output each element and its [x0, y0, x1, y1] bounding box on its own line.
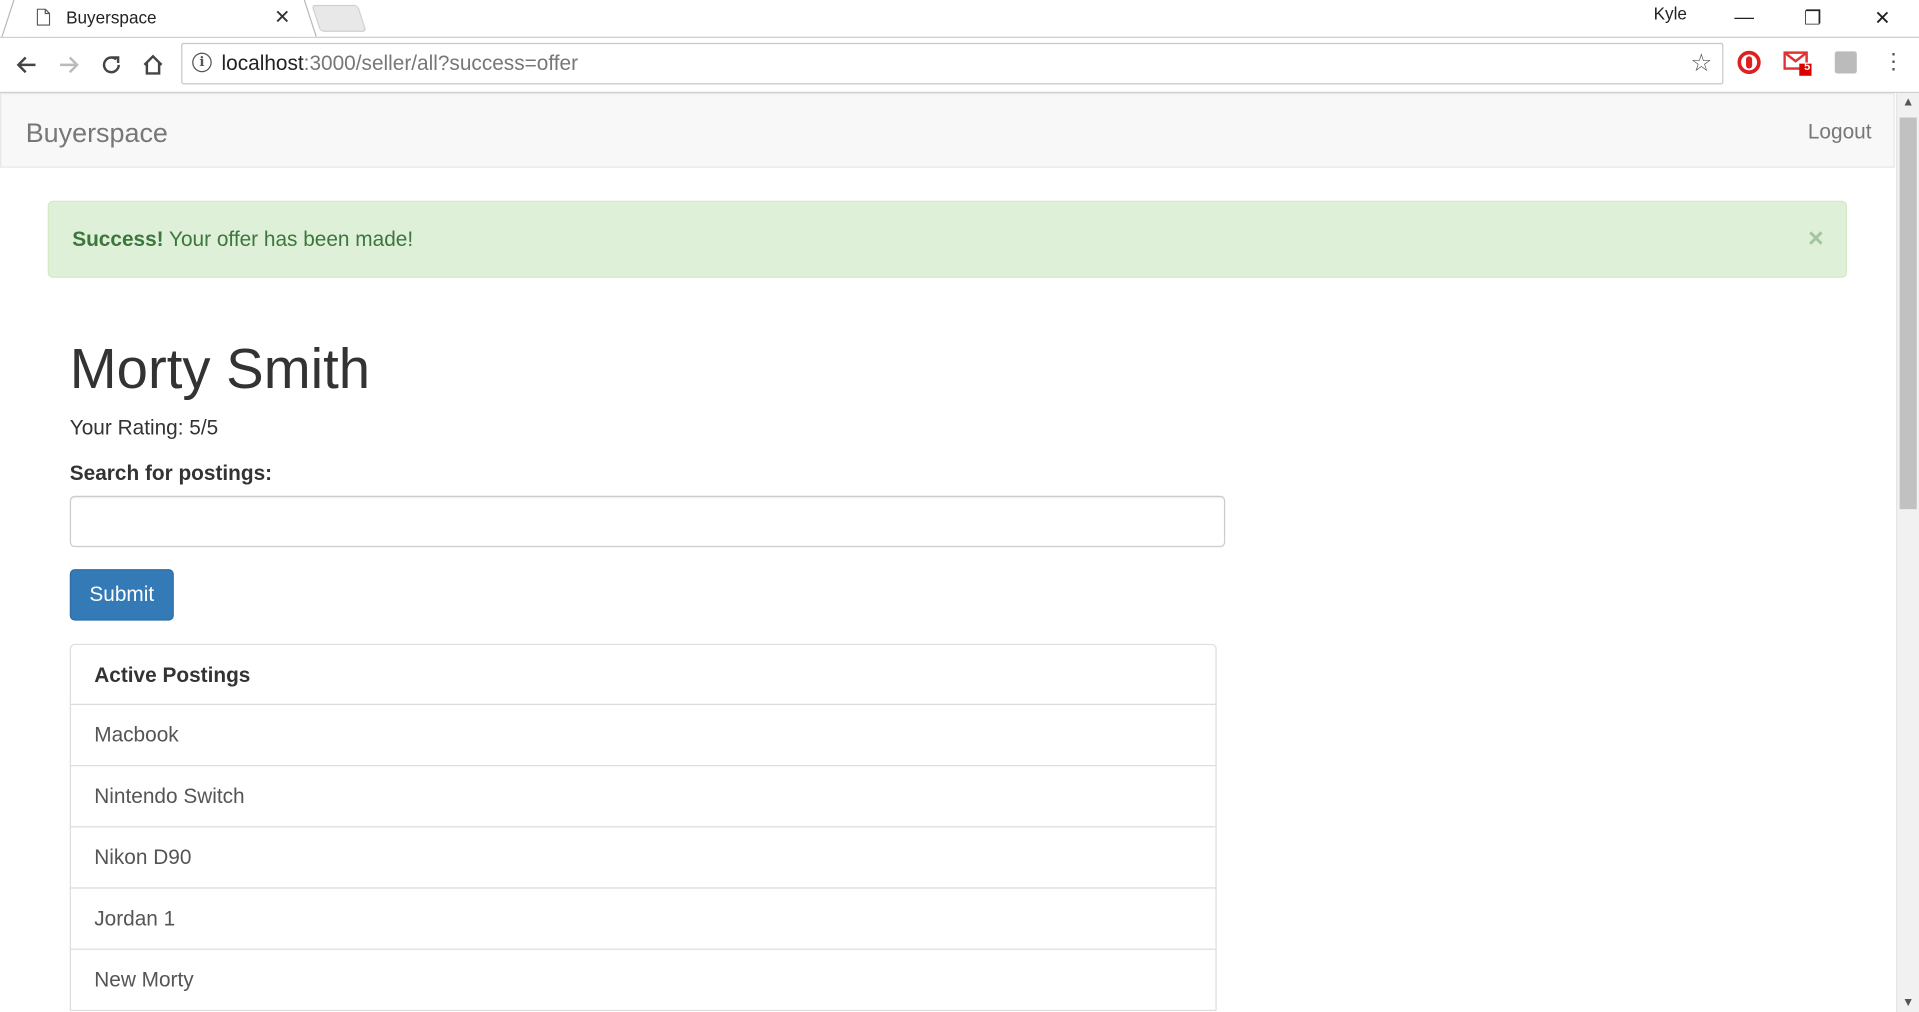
forward-arrow-icon: [59, 56, 79, 74]
bookmark-star-icon[interactable]: ☆: [1690, 48, 1712, 79]
gmail-extension-icon[interactable]: 5: [1783, 48, 1812, 77]
logout-link[interactable]: Logout: [1808, 120, 1872, 144]
back-arrow-icon: [16, 56, 36, 74]
browser-menu-icon[interactable]: ⋮: [1883, 49, 1905, 75]
info-icon[interactable]: i: [192, 52, 212, 73]
restore-button[interactable]: ❐: [1778, 0, 1847, 37]
page-viewport: Buyerspace Logout Success! Your offer ha…: [0, 93, 1896, 1012]
navbar-brand[interactable]: Buyerspace: [26, 118, 168, 150]
success-alert: Success! Your offer has been made! ×: [47, 200, 1848, 278]
close-icon: ✕: [1874, 8, 1891, 30]
alert-close-icon[interactable]: ×: [1808, 223, 1824, 255]
reload-button[interactable]: [95, 49, 127, 81]
rating-text: Your Rating: 5/5: [69, 416, 219, 440]
minimize-button[interactable]: —: [1710, 0, 1779, 37]
browser-toolbar: i localhost:3000/seller/all?success=offe…: [0, 37, 1919, 94]
browser-tab[interactable]: Buyerspace ✕: [1, 0, 317, 37]
home-icon: [143, 54, 163, 75]
list-item[interactable]: Nintendo Switch: [69, 765, 1217, 828]
search-input[interactable]: [69, 495, 1226, 548]
extension-icon[interactable]: [1831, 48, 1860, 77]
url-text[interactable]: localhost:3000/seller/all?success=offer: [222, 51, 578, 75]
profile-name[interactable]: Kyle: [1654, 4, 1687, 24]
reload-icon: [102, 56, 120, 74]
search-label: Search for postings:: [69, 461, 273, 485]
scrollbar[interactable]: ▲ ▼: [1895, 93, 1919, 1012]
navbar: Buyerspace Logout: [0, 93, 1895, 168]
close-window-button[interactable]: ✕: [1848, 0, 1917, 37]
scroll-down-icon[interactable]: ▼: [1902, 996, 1914, 1009]
alert-text: Success! Your offer has been made!: [72, 228, 413, 252]
new-tab-button[interactable]: [311, 4, 367, 32]
page-icon: [36, 8, 51, 26]
alert-message: Your offer has been made!: [163, 227, 414, 251]
gmail-badge: 5: [1804, 59, 1811, 73]
minimize-icon: —: [1734, 7, 1754, 29]
back-button[interactable]: [11, 49, 43, 81]
scroll-up-icon[interactable]: ▲: [1902, 95, 1914, 108]
postings-list: Active Postings Macbook Nintendo Switch …: [69, 643, 1217, 1012]
list-item[interactable]: Macbook: [69, 703, 1217, 767]
tab-close-icon[interactable]: ✕: [274, 5, 290, 29]
alert-strong: Success!: [72, 227, 164, 251]
tab-strip: Buyerspace ✕ Kyle — ❐ ✕: [0, 0, 1919, 38]
postings-header: Active Postings: [69, 643, 1217, 706]
home-button[interactable]: [137, 49, 169, 81]
list-item[interactable]: Jordan 1: [69, 887, 1217, 950]
tab-title: Buyerspace: [66, 7, 157, 27]
address-bar[interactable]: i localhost:3000/seller/all?success=offe…: [181, 42, 1724, 85]
list-item[interactable]: New Morty: [69, 948, 1217, 1012]
list-item[interactable]: Nikon D90: [69, 826, 1217, 889]
restore-icon: ❐: [1803, 8, 1822, 30]
forward-button[interactable]: [53, 49, 85, 81]
submit-button[interactable]: Submit: [69, 569, 174, 621]
page-title: Morty Smith: [69, 336, 371, 401]
scrollbar-thumb[interactable]: [1899, 117, 1917, 510]
opera-extension-icon[interactable]: [1734, 48, 1763, 77]
